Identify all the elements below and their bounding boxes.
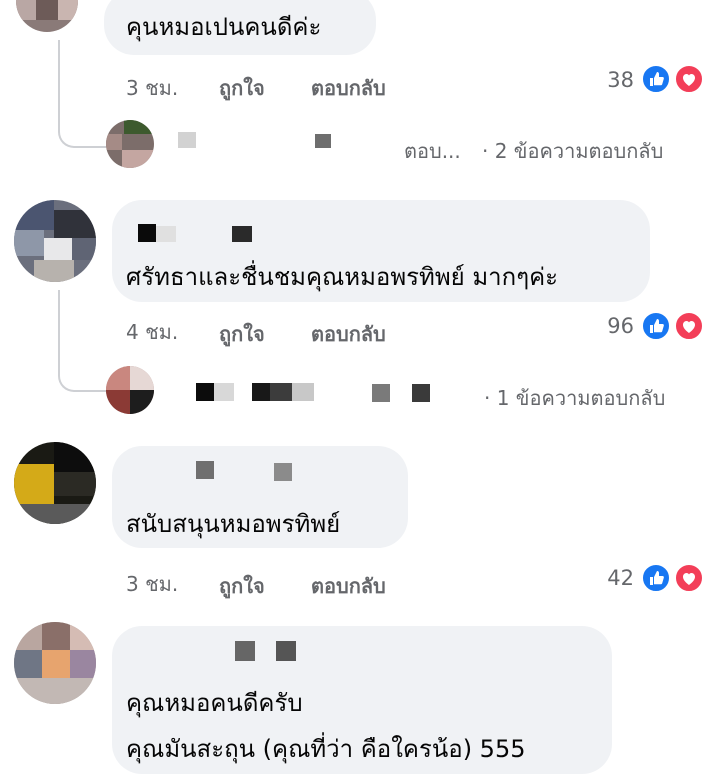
reaction-count[interactable]: 38	[580, 68, 634, 92]
comment-text-line: คุณมันสะถุน (คุณที่ว่า คือใครน้อ) 555	[126, 735, 526, 763]
reply-button[interactable]: ตอบกลับ	[311, 570, 386, 602]
comment-time[interactable]: 3 ชม.	[126, 72, 178, 104]
like-button[interactable]: ถูกใจ	[219, 72, 265, 104]
redacted-name	[412, 384, 430, 402]
like-button[interactable]: ถูกใจ	[219, 318, 265, 350]
comment-time[interactable]: 4 ชม.	[126, 316, 178, 348]
love-icon[interactable]	[674, 311, 704, 341]
view-replies-link[interactable]: · 1 ข้อความตอบกลับ	[484, 382, 665, 414]
reply-button[interactable]: ตอบกลับ	[311, 72, 386, 104]
avatar[interactable]	[14, 200, 96, 282]
redacted-name	[372, 384, 390, 402]
redacted-name	[196, 383, 214, 401]
redacted-name	[138, 224, 156, 242]
comment-time[interactable]: 3 ชม.	[126, 568, 178, 600]
avatar[interactable]	[106, 366, 154, 414]
reply-button[interactable]: ตอบกลับ	[311, 318, 386, 350]
avatar[interactable]	[14, 622, 96, 704]
like-icon[interactable]	[641, 311, 671, 341]
redacted-name	[274, 463, 292, 481]
like-button[interactable]: ถูกใจ	[219, 570, 265, 602]
view-replies-link[interactable]: · 2 ข้อความตอบกลับ	[482, 135, 663, 167]
love-icon[interactable]	[674, 64, 704, 94]
comment-text: สนับสนุนหมอพรทิพย์	[126, 510, 341, 538]
redacted-name	[178, 132, 196, 148]
redacted-name	[252, 383, 270, 401]
thread-line	[58, 290, 106, 392]
redacted-name	[235, 641, 255, 661]
reaction-count[interactable]: 42	[580, 566, 634, 590]
reaction-count[interactable]: 96	[580, 314, 634, 338]
redacted-name	[315, 134, 331, 148]
avatar[interactable]	[106, 120, 154, 168]
thread-line	[58, 40, 106, 148]
comment-text: ศรัทธาและชื่นชมคุณหมอพรทิพย์ มากๆค่ะ	[126, 263, 559, 291]
redacted-name	[292, 383, 314, 401]
redacted-name	[232, 226, 252, 242]
avatar[interactable]	[16, 0, 78, 32]
comment-text-line: คุณหมอคนดีครับ	[126, 689, 303, 717]
avatar[interactable]	[14, 442, 96, 524]
redacted-name	[156, 226, 176, 242]
reply-preview-snippet[interactable]: ตอบ...	[404, 135, 461, 167]
like-icon[interactable]	[641, 563, 671, 593]
love-icon[interactable]	[674, 563, 704, 593]
redacted-name	[270, 383, 292, 401]
like-icon[interactable]	[641, 64, 671, 94]
redacted-name	[276, 641, 296, 661]
redacted-name	[196, 461, 214, 479]
comment-text: คุนหมอเปนคนดีค่ะ	[126, 13, 322, 41]
redacted-name	[214, 383, 234, 401]
